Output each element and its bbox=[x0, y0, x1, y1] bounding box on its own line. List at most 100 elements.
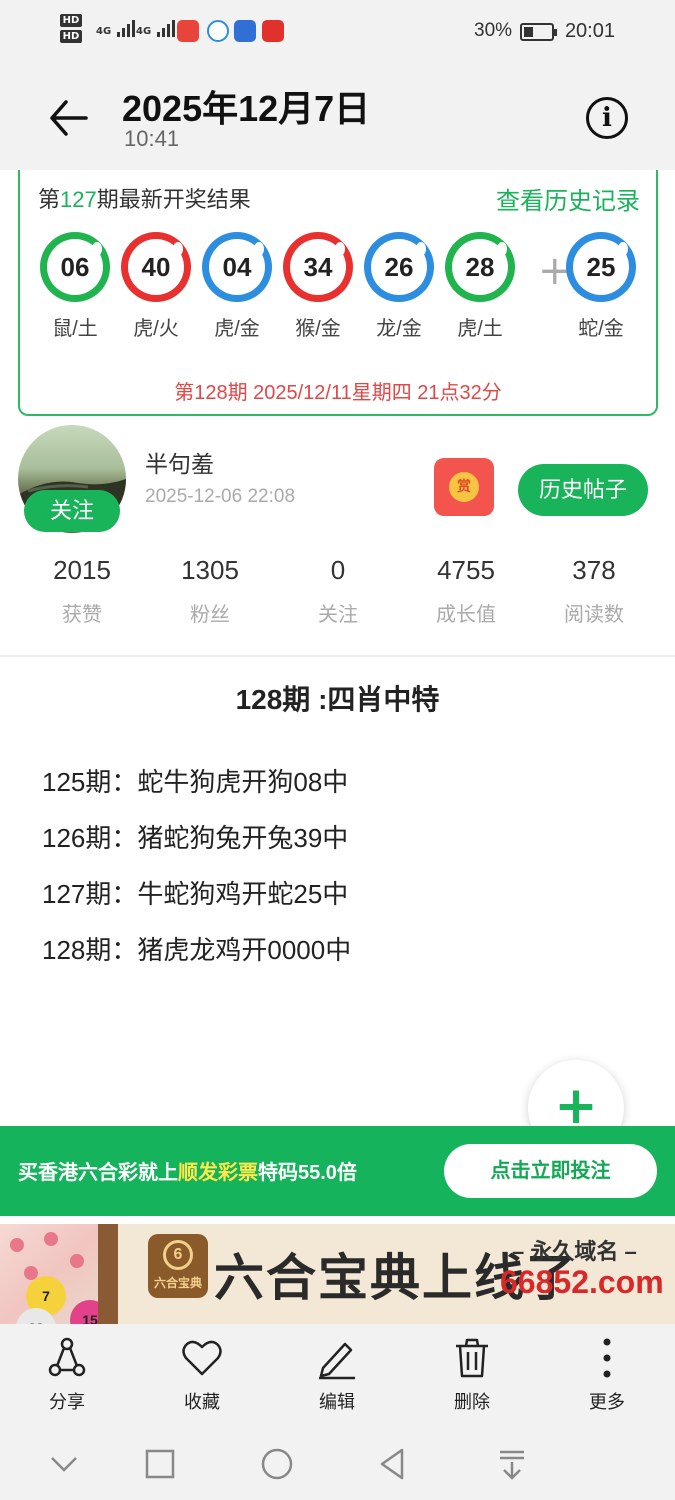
heart-icon bbox=[182, 1340, 222, 1376]
ball-circle: 28 bbox=[445, 232, 515, 302]
stat-item[interactable]: 1305 粉丝 bbox=[146, 555, 274, 627]
status-bar: HD HD 4G 4G 30% 20:01 bbox=[0, 0, 675, 66]
system-nav-bar bbox=[0, 1424, 675, 1500]
trash-icon bbox=[456, 1338, 488, 1378]
liuhe-logo: 6 六合宝典 bbox=[148, 1234, 208, 1298]
post-line: 125期：蛇牛狗虎开狗08中 bbox=[42, 767, 349, 797]
ball-circle: 40 bbox=[121, 232, 191, 302]
hd-indicator: HD HD bbox=[60, 14, 90, 52]
post-line: 128期：猪虎龙鸡开0000中 bbox=[42, 935, 352, 965]
stat-value: 2015 bbox=[53, 555, 111, 585]
reward-coin-icon: 赏 bbox=[449, 472, 479, 502]
ball-zodiac-label: 猴/金 bbox=[295, 318, 341, 340]
stat-item[interactable]: 0 关注 bbox=[274, 555, 402, 627]
notification-pull-icon[interactable] bbox=[492, 1444, 532, 1484]
share-button[interactable]: 分享 bbox=[17, 1336, 117, 1414]
history-records-link[interactable]: 查看历史记录 bbox=[496, 181, 640, 216]
promo-text-after: 特码55.0倍 bbox=[258, 1162, 357, 1184]
title-prefix: 第 bbox=[38, 187, 61, 212]
promo-text: 买香港六合彩就上顺发彩票特码55.0倍 bbox=[18, 1156, 357, 1185]
baidu-icon bbox=[234, 20, 256, 42]
back-arrow-icon bbox=[50, 100, 88, 136]
more-button[interactable]: 更多 bbox=[557, 1336, 657, 1414]
issue-number: 127 bbox=[60, 187, 97, 212]
share-icon bbox=[48, 1337, 86, 1377]
page-subtitle: 10:41 bbox=[124, 126, 180, 151]
favorite-label: 收藏 bbox=[184, 1392, 220, 1412]
post-line: 126期：猪蛇狗兔开兔39中 bbox=[42, 823, 349, 853]
recents-icon[interactable] bbox=[140, 1444, 180, 1484]
next-draw-info: 第128期 2025/12/11星期四 21点32分 bbox=[174, 382, 502, 404]
promo-banner[interactable]: 买香港六合彩就上顺发彩票特码55.0倍 点击立即投注 bbox=[0, 1126, 675, 1216]
logo-six: 6 bbox=[163, 1240, 193, 1270]
stat-item[interactable]: 378 阅读数 bbox=[530, 555, 658, 627]
lottery-ball: 06 鼠/土 bbox=[40, 232, 110, 341]
lottery-ball: 28 虎/土 bbox=[445, 232, 515, 341]
stat-label: 阅读数 bbox=[564, 604, 624, 626]
delete-button[interactable]: 删除 bbox=[422, 1336, 522, 1414]
post-line: 127期：牛蛇狗鸡开蛇25中 bbox=[42, 879, 349, 909]
stat-label: 粉丝 bbox=[190, 604, 230, 626]
stat-value: 0 bbox=[330, 555, 346, 585]
reward-button[interactable]: 赏 bbox=[434, 458, 494, 516]
divider bbox=[0, 655, 675, 657]
home-icon[interactable] bbox=[257, 1444, 297, 1484]
ball-zodiac-label: 蛇/金 bbox=[578, 318, 624, 340]
post-body: 125期：蛇牛狗虎开狗08中 126期：猪蛇狗兔开兔39中 127期：牛蛇狗鸡开蛇2… bbox=[42, 762, 351, 986]
ad-domain: 66852.com bbox=[500, 1264, 664, 1300]
nav-back-icon[interactable] bbox=[374, 1444, 414, 1484]
signal-icon-1: 4G bbox=[96, 20, 135, 37]
lottery-result-card: 第127期最新开奖结果 查看历史记录 + 06 鼠/土 40 虎/火 04 虎/金 34 猴/… bbox=[18, 170, 658, 416]
battery-percent: 30% bbox=[474, 20, 513, 41]
info-icon: i bbox=[602, 103, 612, 133]
follow-button[interactable]: 关注 bbox=[24, 490, 120, 532]
stat-value: 4755 bbox=[437, 555, 495, 585]
stat-item[interactable]: 2015 获赞 bbox=[18, 555, 146, 627]
history-posts-button[interactable]: 历史帖子 bbox=[518, 464, 648, 516]
promo-text-before: 买香港六合彩就上 bbox=[18, 1162, 178, 1184]
signal-icon-2: 4G bbox=[136, 20, 175, 37]
lottery-ball: 34 猴/金 bbox=[283, 232, 353, 341]
more-icon bbox=[603, 1338, 611, 1378]
ball-zodiac-label: 虎/土 bbox=[457, 318, 503, 340]
stat-label: 成长值 bbox=[436, 604, 496, 626]
stat-item[interactable]: 4755 成长值 bbox=[402, 555, 530, 627]
clock: 20:01 bbox=[564, 20, 615, 42]
ad-banner[interactable]: 7 28 15 6 六合宝典 六合宝典上线了 – 永久域名 – 66852.co… bbox=[0, 1224, 675, 1324]
ball-zodiac-label: 龙/金 bbox=[376, 318, 422, 340]
lottery-ball: 40 虎/火 bbox=[121, 232, 191, 341]
stat-label: 关注 bbox=[318, 604, 358, 626]
author-name[interactable]: 半句羞 bbox=[145, 445, 214, 479]
promo-highlight: 顺发彩票 bbox=[178, 1162, 258, 1184]
post-title: 128期 :四肖中特 bbox=[235, 684, 440, 715]
back-button[interactable] bbox=[46, 96, 90, 140]
title-suffix: 期最新开奖结果 bbox=[96, 187, 251, 212]
page-title: 2025年12月7日 bbox=[122, 88, 371, 129]
ball-circle: 04 bbox=[202, 232, 272, 302]
edit-button[interactable]: 编辑 bbox=[287, 1336, 387, 1414]
logo-text: 六合宝典 bbox=[153, 1276, 202, 1290]
share-label: 分享 bbox=[49, 1392, 85, 1412]
ball-zodiac-label: 虎/金 bbox=[214, 318, 260, 340]
ball-circle: 34 bbox=[283, 232, 353, 302]
chevron-down-icon[interactable] bbox=[44, 1444, 84, 1484]
stat-value: 378 bbox=[572, 555, 616, 585]
edit-label: 编辑 bbox=[319, 1392, 355, 1412]
ad-subline: – 永久域名 – bbox=[512, 1239, 637, 1264]
lottery-title: 第127期最新开奖结果 bbox=[38, 182, 251, 214]
favorite-button[interactable]: 收藏 bbox=[152, 1336, 252, 1414]
hd-badge-2: HD bbox=[60, 30, 82, 43]
info-button[interactable]: i bbox=[586, 97, 628, 139]
battery-icon bbox=[520, 23, 557, 41]
app-store-icon bbox=[177, 20, 199, 42]
hd-badge-1: HD bbox=[60, 14, 82, 27]
network-type-1: 4G bbox=[96, 26, 112, 37]
lottery-ball: 04 虎/金 bbox=[202, 232, 272, 341]
ball-zodiac-label: 虎/火 bbox=[133, 318, 179, 340]
bet-now-button[interactable]: 点击立即投注 bbox=[444, 1144, 657, 1198]
pen-icon bbox=[319, 1342, 355, 1380]
ball-circle: 25 bbox=[566, 232, 636, 302]
network-type-2: 4G bbox=[136, 26, 152, 37]
lottery-app-icon bbox=[262, 20, 284, 42]
bottom-toolbar: 分享 收藏 编辑 删除 更多 bbox=[0, 1324, 675, 1424]
